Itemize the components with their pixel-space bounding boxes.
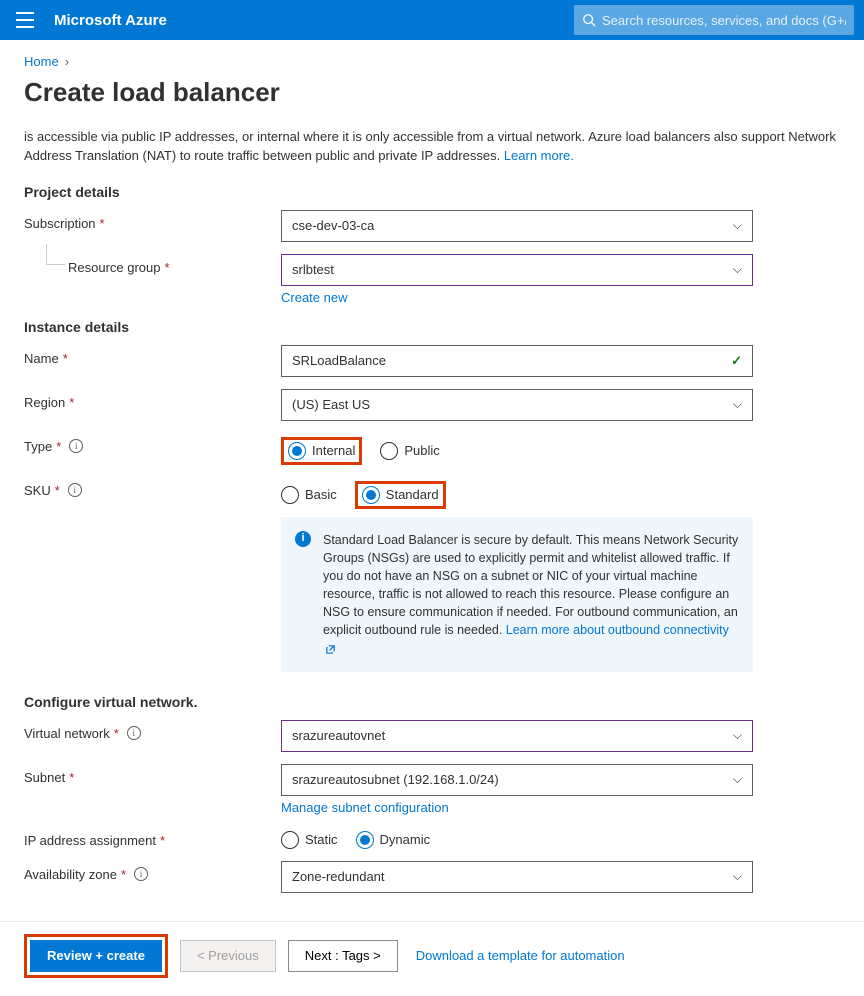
search-icon — [582, 13, 596, 27]
highlight-box: Internal — [281, 437, 362, 465]
external-link-icon — [325, 644, 336, 655]
manage-subnet-link[interactable]: Manage subnet configuration — [281, 800, 449, 815]
label-subnet: Subnet* — [24, 764, 281, 785]
chevron-down-icon: ⌵ — [733, 772, 742, 787]
section-project-details: Project details — [24, 184, 840, 200]
radio-icon — [281, 831, 299, 849]
infobox-text: Standard Load Balancer is secure by defa… — [323, 533, 738, 638]
subnet-value: srazureautosubnet (192.168.1.0/24) — [292, 772, 499, 787]
availability-zone-value: Zone-redundant — [292, 869, 385, 884]
page-title: Create load balancer — [24, 77, 840, 108]
radio-type-internal[interactable]: Internal — [288, 442, 355, 460]
intro-text: is accessible via public IP addresses, o… — [24, 128, 840, 166]
radio-ip-dynamic[interactable]: Dynamic — [356, 831, 431, 849]
sku-info-box: i Standard Load Balancer is secure by de… — [281, 517, 753, 672]
label-name: Name* — [24, 345, 281, 366]
label-region: Region* — [24, 389, 281, 410]
label-vnet: Virtual network* i — [24, 720, 281, 741]
review-create-button[interactable]: Review + create — [30, 940, 162, 972]
radio-sku-standard[interactable]: Standard — [362, 486, 439, 504]
top-bar: Microsoft Azure — [0, 0, 864, 40]
vnet-value: srazureautovnet — [292, 728, 385, 743]
search-input[interactable] — [602, 13, 846, 28]
chevron-right-icon: › — [65, 54, 69, 69]
radio-sku-basic[interactable]: Basic — [281, 486, 337, 504]
name-input[interactable]: SRLoadBalance ✓ — [281, 345, 753, 377]
radio-label: Basic — [305, 487, 337, 502]
label-ip-assignment: IP address assignment* — [24, 827, 281, 848]
info-icon[interactable]: i — [127, 726, 141, 740]
chevron-down-icon: ⌵ — [733, 397, 742, 412]
next-button[interactable]: Next : Tags > — [288, 940, 398, 972]
highlight-box: Standard — [355, 481, 446, 509]
radio-icon — [356, 831, 374, 849]
region-dropdown[interactable]: (US) East US ⌵ — [281, 389, 753, 421]
info-icon: i — [295, 531, 311, 547]
radio-ip-static[interactable]: Static — [281, 831, 338, 849]
resource-group-value: srlbtest — [292, 262, 334, 277]
radio-label: Internal — [312, 443, 355, 458]
info-icon[interactable]: i — [68, 483, 82, 497]
label-availability-zone: Availability zone* i — [24, 861, 281, 882]
resource-group-dropdown[interactable]: srlbtest ⌵ — [281, 254, 753, 286]
previous-button: < Previous — [180, 940, 276, 972]
create-new-link[interactable]: Create new — [281, 290, 347, 305]
brand-label: Microsoft Azure — [54, 12, 167, 29]
name-value: SRLoadBalance — [292, 353, 386, 368]
hamburger-menu-icon[interactable] — [16, 10, 36, 30]
chevron-down-icon: ⌵ — [733, 728, 742, 743]
radio-icon — [380, 442, 398, 460]
chevron-down-icon: ⌵ — [733, 218, 742, 233]
info-icon[interactable]: i — [134, 867, 148, 881]
breadcrumb: Home › — [24, 54, 840, 69]
section-instance-details: Instance details — [24, 319, 840, 335]
label-type: Type* i — [24, 433, 281, 454]
vnet-dropdown[interactable]: srazureautovnet ⌵ — [281, 720, 753, 752]
radio-icon — [362, 486, 380, 504]
chevron-down-icon: ⌵ — [733, 869, 742, 884]
subscription-dropdown[interactable]: cse-dev-03-ca ⌵ — [281, 210, 753, 242]
region-value: (US) East US — [292, 397, 370, 412]
info-icon[interactable]: i — [69, 439, 83, 453]
learn-more-link[interactable]: Learn more. — [504, 148, 574, 163]
global-search[interactable] — [574, 5, 854, 35]
label-sku: SKU* i — [24, 477, 281, 498]
check-icon: ✓ — [731, 353, 742, 369]
download-template-link[interactable]: Download a template for automation — [416, 948, 625, 963]
subnet-dropdown[interactable]: srazureautosubnet (192.168.1.0/24) ⌵ — [281, 764, 753, 796]
breadcrumb-home[interactable]: Home — [24, 54, 59, 69]
radio-label: Public — [404, 443, 439, 458]
chevron-down-icon: ⌵ — [733, 262, 742, 277]
radio-label: Static — [305, 832, 338, 847]
wizard-footer: Review + create < Previous Next : Tags >… — [0, 921, 864, 996]
subscription-value: cse-dev-03-ca — [292, 218, 374, 233]
availability-zone-dropdown[interactable]: Zone-redundant ⌵ — [281, 861, 753, 893]
radio-icon — [288, 442, 306, 460]
radio-label: Dynamic — [380, 832, 431, 847]
intro-body: is accessible via public IP addresses, o… — [24, 129, 836, 163]
label-subscription: Subscription* — [24, 210, 281, 231]
radio-label: Standard — [386, 487, 439, 502]
highlight-box: Review + create — [24, 934, 168, 978]
radio-icon — [281, 486, 299, 504]
label-resource-group: Resource group* — [24, 254, 281, 275]
radio-type-public[interactable]: Public — [380, 442, 439, 460]
section-vnet: Configure virtual network. — [24, 694, 840, 710]
